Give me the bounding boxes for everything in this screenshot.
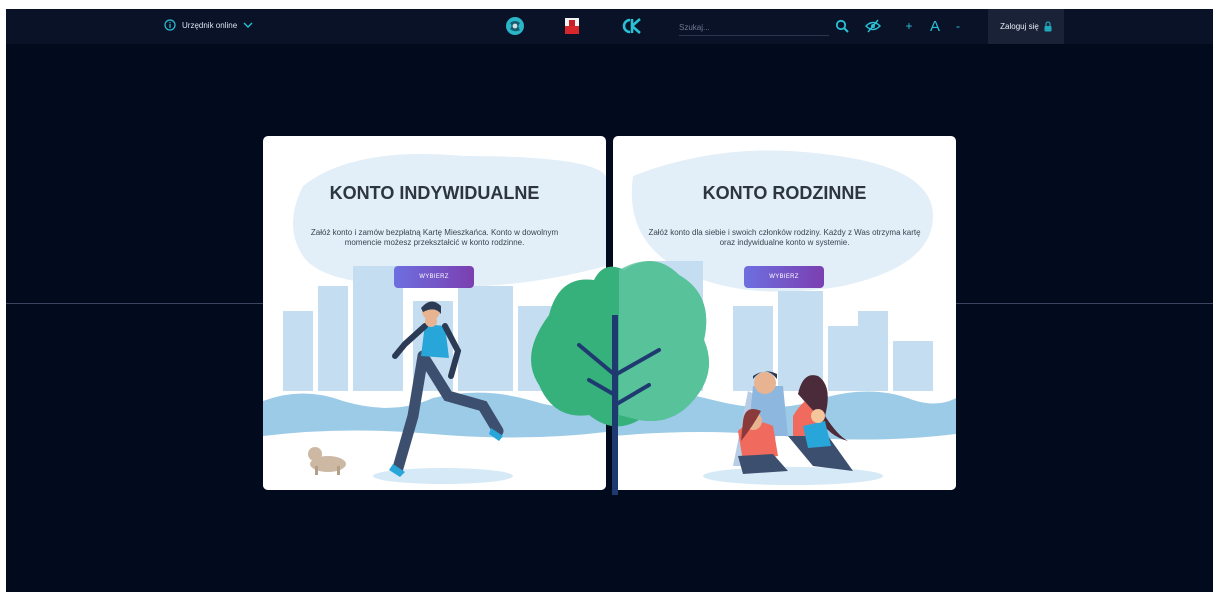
login-button[interactable]: Zaloguj się bbox=[988, 9, 1064, 44]
chevron-down-icon bbox=[243, 22, 253, 28]
search-icon bbox=[835, 19, 849, 33]
individual-account-description: Załóż konto i zamów bezpłatną Kartę Mies… bbox=[310, 228, 559, 247]
city-round-logo-icon[interactable] bbox=[505, 16, 525, 36]
eye-slash-icon bbox=[865, 19, 881, 33]
family-account-description: Załóż konto dla siebie i swoich członków… bbox=[648, 228, 921, 247]
coat-of-arms-flag-icon[interactable] bbox=[564, 16, 580, 36]
select-family-button[interactable]: WYBIERZ bbox=[744, 266, 824, 288]
search-button[interactable] bbox=[834, 16, 850, 36]
official-online-menu[interactable]: Urzędnik online bbox=[164, 19, 253, 31]
individual-account-title: KONTO INDYWIDUALNE bbox=[329, 183, 540, 203]
login-label: Zaloguj się bbox=[1000, 22, 1039, 31]
font-decrease-button[interactable]: - bbox=[952, 16, 964, 36]
font-size-label[interactable]: A bbox=[927, 16, 943, 36]
info-circle-icon bbox=[164, 19, 176, 31]
ck-logo-icon[interactable] bbox=[619, 16, 645, 36]
top-bar: Urzędnik online Szukaj... + A - Zaloguj … bbox=[6, 9, 1213, 44]
app-screen: Urzędnik online Szukaj... + A - Zaloguj … bbox=[6, 9, 1213, 592]
font-increase-button[interactable]: + bbox=[902, 16, 916, 36]
lock-icon bbox=[1044, 21, 1052, 32]
family-account-title: KONTO RODZINNE bbox=[702, 183, 867, 203]
official-online-label: Urzędnik online bbox=[182, 20, 238, 30]
contrast-toggle-button[interactable] bbox=[864, 16, 882, 36]
search-input[interactable] bbox=[679, 19, 829, 36]
tree-illustration bbox=[531, 261, 709, 495]
select-individual-button[interactable]: WYBIERZ bbox=[394, 266, 474, 288]
